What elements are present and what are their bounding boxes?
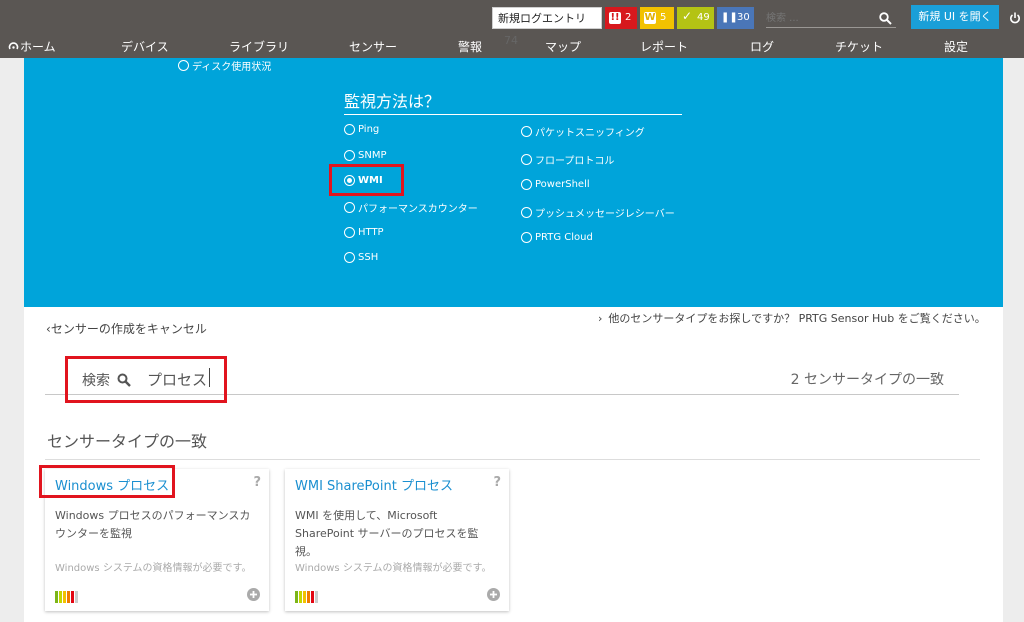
radio-circle bbox=[344, 227, 355, 238]
nav-tickets[interactable]: チケット bbox=[835, 38, 883, 55]
radio-http[interactable]: HTTP bbox=[344, 227, 384, 238]
radio-circle bbox=[521, 232, 532, 243]
heading-divider bbox=[344, 114, 682, 115]
cancel-sensor-creation-label: センサーの作成をキャンセル bbox=[50, 322, 207, 336]
nav-libraries[interactable]: ライブラリ bbox=[229, 38, 289, 55]
radio-circle bbox=[521, 126, 532, 137]
add-sensor-icon[interactable] bbox=[487, 586, 500, 605]
search-icon[interactable] bbox=[879, 10, 892, 29]
nav-devices[interactable]: デバイス bbox=[121, 38, 169, 55]
warning-icon: W bbox=[644, 12, 656, 24]
highlight-search bbox=[65, 356, 227, 403]
main-nav: ホーム デバイス ライブラリ センサー 警報 マップ レポート ログ チケット … bbox=[0, 36, 1024, 56]
new-log-label: 新規ログエントリ bbox=[498, 12, 586, 25]
sensor-hub-label: 他のセンサータイプをお探しですか？ PRTG Sensor Hub をご覧くださ… bbox=[608, 312, 986, 325]
highlight-windows-process bbox=[39, 465, 175, 498]
home-icon bbox=[8, 41, 19, 55]
radio-flow[interactable]: フロープロトコル bbox=[521, 152, 614, 167]
alert-icon: !! bbox=[609, 12, 621, 24]
radio-circle bbox=[344, 150, 355, 161]
radio-prtg-cloud-label: PRTG Cloud bbox=[535, 232, 593, 243]
check-icon: ✓ bbox=[681, 9, 693, 23]
radio-ssh[interactable]: SSH bbox=[344, 252, 378, 263]
nav-home[interactable]: ホーム bbox=[8, 38, 56, 55]
radio-circle bbox=[344, 252, 355, 263]
radio-ping-label: Ping bbox=[358, 124, 380, 135]
sensor-hub-link[interactable]: › 他のセンサータイプをお探しですか？ PRTG Sensor Hub をご覧くだ… bbox=[598, 310, 986, 326]
results-divider bbox=[45, 459, 980, 460]
radio-circle bbox=[178, 60, 189, 71]
radio-perfcounter-label: パフォーマンスカウンター bbox=[358, 204, 478, 215]
alarm-paused-badge[interactable]: ❚❚30 bbox=[717, 7, 754, 29]
sensor-card-wmi-sharepoint-process[interactable]: WMI SharePoint プロセス ? WMI を使用して、Microsof… bbox=[285, 469, 509, 611]
radio-snmp[interactable]: SNMP bbox=[344, 150, 387, 161]
new-log-entries-button[interactable]: 新規ログエントリ74 bbox=[492, 7, 602, 47]
radio-ping[interactable]: Ping bbox=[344, 124, 379, 135]
sensor-card-description: Windows プロセスのパフォーマンスカウンターを監視 bbox=[55, 509, 251, 540]
results-heading: センサータイプの一致 bbox=[47, 432, 208, 451]
radio-ssh-label: SSH bbox=[358, 252, 379, 263]
top-search-input[interactable] bbox=[766, 9, 866, 27]
performance-impact-icon bbox=[295, 591, 318, 603]
sensor-card-title[interactable]: WMI SharePoint プロセス bbox=[295, 475, 453, 494]
monitoring-method-heading: 監視方法は？ bbox=[344, 92, 441, 111]
radio-powershell-label: PowerShell bbox=[535, 179, 590, 190]
nav-reports[interactable]: レポート bbox=[640, 38, 688, 55]
power-icon[interactable] bbox=[1009, 9, 1021, 28]
open-new-ui-button[interactable]: 新規 UI を開く bbox=[911, 5, 999, 29]
radio-powershell[interactable]: PowerShell bbox=[521, 179, 590, 190]
alarm-warning-badge[interactable]: W5 bbox=[640, 7, 674, 29]
radio-push-receiver[interactable]: プッシュメッセージレシーバー bbox=[521, 205, 675, 220]
add-sensor-icon[interactable] bbox=[247, 586, 260, 605]
alarm-up-badge[interactable]: ✓ 49 bbox=[677, 7, 714, 29]
radio-circle bbox=[521, 207, 532, 218]
sensor-card-requirement: Windows システムの資格情報が必要です。 bbox=[55, 563, 252, 574]
radio-circle bbox=[344, 124, 355, 135]
alarm-warning-count: 5 bbox=[660, 12, 667, 23]
radio-circle bbox=[521, 154, 532, 165]
alarm-up-count: 49 bbox=[697, 12, 710, 23]
radio-disk-usage[interactable]: ディスク使用状況 bbox=[178, 58, 271, 73]
highlight-wmi bbox=[329, 164, 404, 196]
radio-push-receiver-label: プッシュメッセージレシーバー bbox=[535, 209, 675, 220]
radio-packet-sniffing[interactable]: パケットスニッフィング bbox=[521, 124, 645, 139]
radio-prtg-cloud[interactable]: PRTG Cloud bbox=[521, 232, 593, 243]
top-search bbox=[766, 9, 896, 28]
cancel-sensor-creation-link[interactable]: ‹センサーの作成をキャンセル bbox=[46, 320, 207, 337]
match-count: 2 センサータイプの一致 bbox=[790, 372, 944, 388]
radio-packet-sniffing-label: パケットスニッフィング bbox=[535, 128, 645, 139]
nav-logs[interactable]: ログ bbox=[750, 38, 774, 55]
top-bar: 新規ログエントリ74 !! 2 W5 ✓ 49 ❚❚30 新規 UI を開く ホーム… bbox=[0, 0, 1024, 58]
pause-icon: ❚❚ bbox=[721, 12, 738, 23]
chevron-right-icon: › bbox=[598, 312, 603, 325]
radio-perfcounter[interactable]: パフォーマンスカウンター bbox=[344, 200, 478, 215]
radio-http-label: HTTP bbox=[358, 227, 384, 238]
nav-maps[interactable]: マップ bbox=[545, 38, 581, 55]
help-icon[interactable]: ? bbox=[493, 475, 501, 490]
performance-impact-icon bbox=[55, 591, 78, 603]
radio-circle bbox=[521, 179, 532, 190]
help-icon[interactable]: ? bbox=[253, 475, 261, 490]
nav-home-label: ホーム bbox=[20, 40, 56, 54]
radio-disk-usage-label: ディスク使用状況 bbox=[192, 62, 272, 73]
sensor-card-description: WMI を使用して、Microsoft SharePoint サーバーのプロセス… bbox=[295, 509, 479, 558]
nav-alarms[interactable]: 警報 bbox=[458, 38, 482, 55]
monitoring-method-panel: ディスク使用状況 監視方法は？ Ping SNMP WMI パフォーマンスカウン… bbox=[24, 58, 1003, 307]
sensor-card-requirement: Windows システムの資格情報が必要です。 bbox=[295, 563, 492, 574]
nav-setup[interactable]: 設定 bbox=[944, 38, 968, 55]
radio-flow-label: フロープロトコル bbox=[535, 156, 615, 167]
radio-snmp-label: SNMP bbox=[358, 150, 387, 161]
nav-sensors[interactable]: センサー bbox=[349, 38, 397, 55]
radio-circle bbox=[344, 202, 355, 213]
alarm-down-badge[interactable]: !! 2 bbox=[605, 7, 637, 29]
alarm-down-count: 2 bbox=[625, 12, 632, 23]
alarm-paused-count: 30 bbox=[737, 12, 750, 23]
